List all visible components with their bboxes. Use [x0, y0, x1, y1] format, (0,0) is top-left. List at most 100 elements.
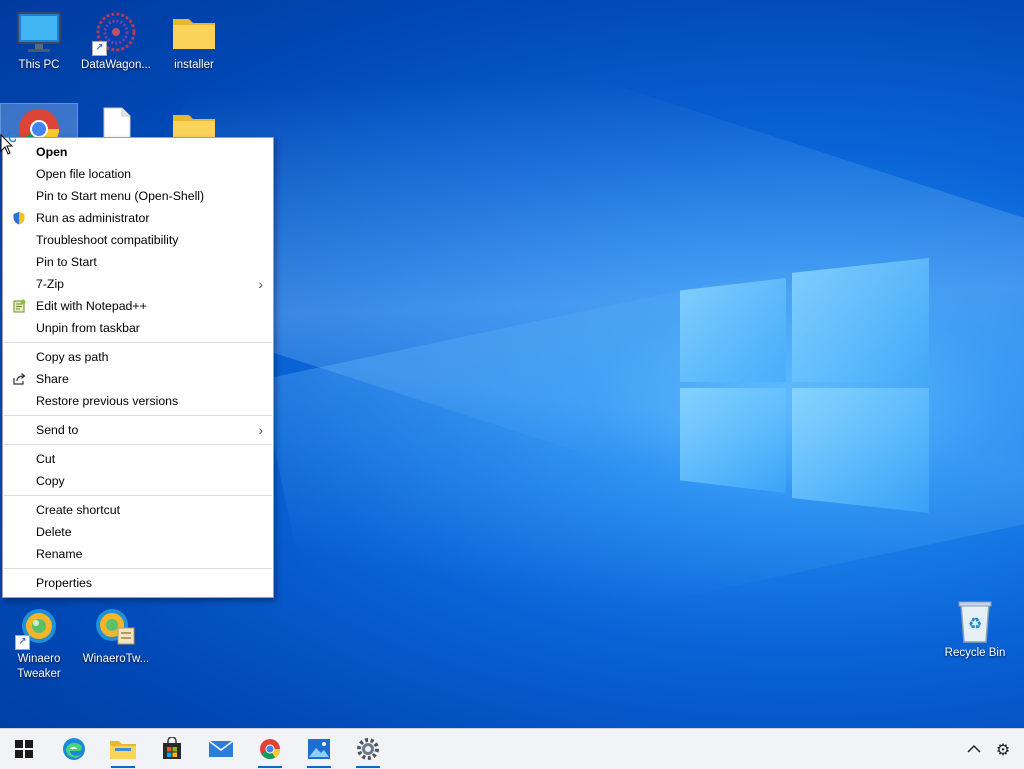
chevron-up-icon [967, 744, 981, 753]
menu-item-label: Pin to Start [36, 255, 97, 269]
photos-icon [308, 739, 330, 759]
shortcut-arrow-icon: ↗ [92, 41, 107, 56]
chevron-right-icon: › [258, 276, 263, 292]
desktop-icon-chrome[interactable] [0, 103, 78, 139]
desktop-icon-label: Recycle Bin [944, 647, 1006, 659]
menu-item-restore-previous-versions[interactable]: Restore previous versions [3, 390, 273, 412]
menu-item-label: Delete [36, 525, 72, 539]
desktop-icon-label: DataWagon... [81, 59, 151, 71]
menu-item-cut[interactable]: Cut [3, 448, 273, 470]
menu-item-label: Share [36, 372, 69, 386]
document-icon [92, 106, 140, 138]
file-explorer-icon [110, 741, 136, 759]
taskbar-settings-app[interactable] [344, 729, 392, 769]
monitor-icon [15, 10, 63, 56]
taskbar-microsoft-store[interactable] [148, 729, 196, 769]
menu-item-label: 7-Zip [36, 277, 65, 291]
menu-item-label: Pin to Start menu (Open-Shell) [36, 189, 205, 203]
desktop-icon-file[interactable] [78, 104, 154, 138]
show-hidden-icons-chevron[interactable] [962, 729, 986, 769]
recycle-bin-icon: ♻ [951, 598, 999, 644]
desktop-icon-folder[interactable] [156, 104, 232, 138]
desktop-icon-label: WinaeroTw... [82, 653, 150, 665]
taskbar-edge[interactable] [50, 729, 98, 769]
menu-separator [4, 495, 272, 496]
menu-item-label: Send to [36, 423, 79, 437]
desktop-icon-installer[interactable]: installer [156, 2, 232, 73]
desktop-icon-winaerotw[interactable]: WinaeroTw... [78, 596, 154, 667]
menu-item-open[interactable]: Open [3, 141, 273, 163]
menu-separator [4, 444, 272, 445]
menu-separator [4, 568, 272, 569]
chrome-icon [260, 739, 280, 759]
menu-item-label: Edit with Notepad++ [36, 299, 147, 313]
store-bag-icon [163, 737, 181, 759]
menu-item-share[interactable]: Share [3, 368, 273, 390]
menu-item-label: Copy [36, 474, 65, 488]
desktop-icon-label: Winaero Tweaker [17, 653, 61, 680]
menu-item-label: Copy as path [36, 350, 109, 364]
winaero-setup-icon [92, 604, 140, 650]
menu-item-label: Create shortcut [36, 503, 121, 517]
mail-icon [208, 740, 234, 757]
datawagon-icon: ↗ [92, 10, 140, 56]
menu-item-run-as-administrator[interactable]: Run as administrator [3, 207, 273, 229]
menu-item-create-shortcut[interactable]: Create shortcut [3, 499, 273, 521]
windows-logo-icon [15, 740, 33, 758]
menu-separator [4, 415, 272, 416]
windows-logo-pane [792, 388, 929, 513]
menu-item-label: Properties [36, 576, 93, 590]
svg-text:♻: ♻ [968, 614, 982, 633]
menu-item-label: Troubleshoot compatibility [36, 233, 179, 247]
menu-item-label: Open file location [36, 167, 132, 181]
windows-logo-pane [792, 258, 929, 382]
desktop-icon-this-pc[interactable]: This PC [1, 2, 77, 73]
chrome-icon [15, 106, 63, 138]
menu-item-label: Restore previous versions [36, 394, 179, 408]
desktop-icon-recycle-bin[interactable]: ♻ Recycle Bin [937, 590, 1013, 661]
taskbar: ⚙ [0, 728, 1024, 769]
start-button[interactable] [0, 729, 48, 769]
menu-item-label: Unpin from taskbar [36, 321, 140, 335]
menu-item-label: Open [36, 145, 68, 159]
notepad-plus-plus-icon [11, 299, 26, 313]
menu-item-troubleshoot-compatibility[interactable]: Troubleshoot compatibility [3, 229, 273, 251]
menu-item-unpin-from-taskbar[interactable]: Unpin from taskbar [3, 317, 273, 339]
desktop-icon-label: installer [174, 59, 214, 71]
tray-settings-button[interactable]: ⚙ [990, 729, 1016, 769]
menu-item-edit-with-notepad[interactable]: Edit with Notepad++ [3, 295, 273, 317]
uac-shield-icon [11, 211, 26, 225]
windows-logo-pane [680, 388, 786, 493]
folder-icon [170, 10, 218, 56]
menu-item-7-zip[interactable]: 7-Zip › [3, 273, 273, 295]
menu-item-open-file-location[interactable]: Open file location [3, 163, 273, 185]
edge-icon [63, 738, 85, 760]
desktop-icon-winaero-tweaker[interactable]: ↗ Winaero Tweaker [1, 596, 77, 682]
menu-item-label: Rename [36, 547, 83, 561]
gear-icon: ⚙ [995, 739, 1011, 759]
windows-logo-pane [680, 278, 786, 382]
share-icon [11, 372, 26, 386]
taskbar-photos[interactable] [295, 729, 343, 769]
folder-icon [170, 106, 218, 138]
shortcut-arrow-icon: ↗ [15, 635, 30, 650]
menu-item-copy[interactable]: Copy [3, 470, 273, 492]
desktop-icon-datawagon[interactable]: ↗ DataWagon... [78, 2, 154, 73]
menu-item-properties[interactable]: Properties [3, 572, 273, 594]
taskbar-mail[interactable] [197, 729, 245, 769]
taskbar-chrome[interactable] [246, 729, 294, 769]
mouse-cursor-icon [0, 133, 18, 158]
menu-item-pin-to-start[interactable]: Pin to Start [3, 251, 273, 273]
taskbar-file-explorer[interactable] [99, 729, 147, 769]
gear-icon [357, 738, 379, 760]
menu-item-send-to[interactable]: Send to › [3, 419, 273, 441]
winaero-tweaker-icon: ↗ [15, 604, 63, 650]
menu-item-pin-to-start-menu-open-shell[interactable]: Pin to Start menu (Open-Shell) [3, 185, 273, 207]
menu-item-rename[interactable]: Rename [3, 543, 273, 565]
menu-item-copy-as-path[interactable]: Copy as path [3, 346, 273, 368]
menu-item-label: Cut [36, 452, 56, 466]
menu-separator [4, 342, 272, 343]
menu-item-label: Run as administrator [36, 211, 150, 225]
context-menu: Open Open file location Pin to Start men… [2, 137, 274, 598]
menu-item-delete[interactable]: Delete [3, 521, 273, 543]
